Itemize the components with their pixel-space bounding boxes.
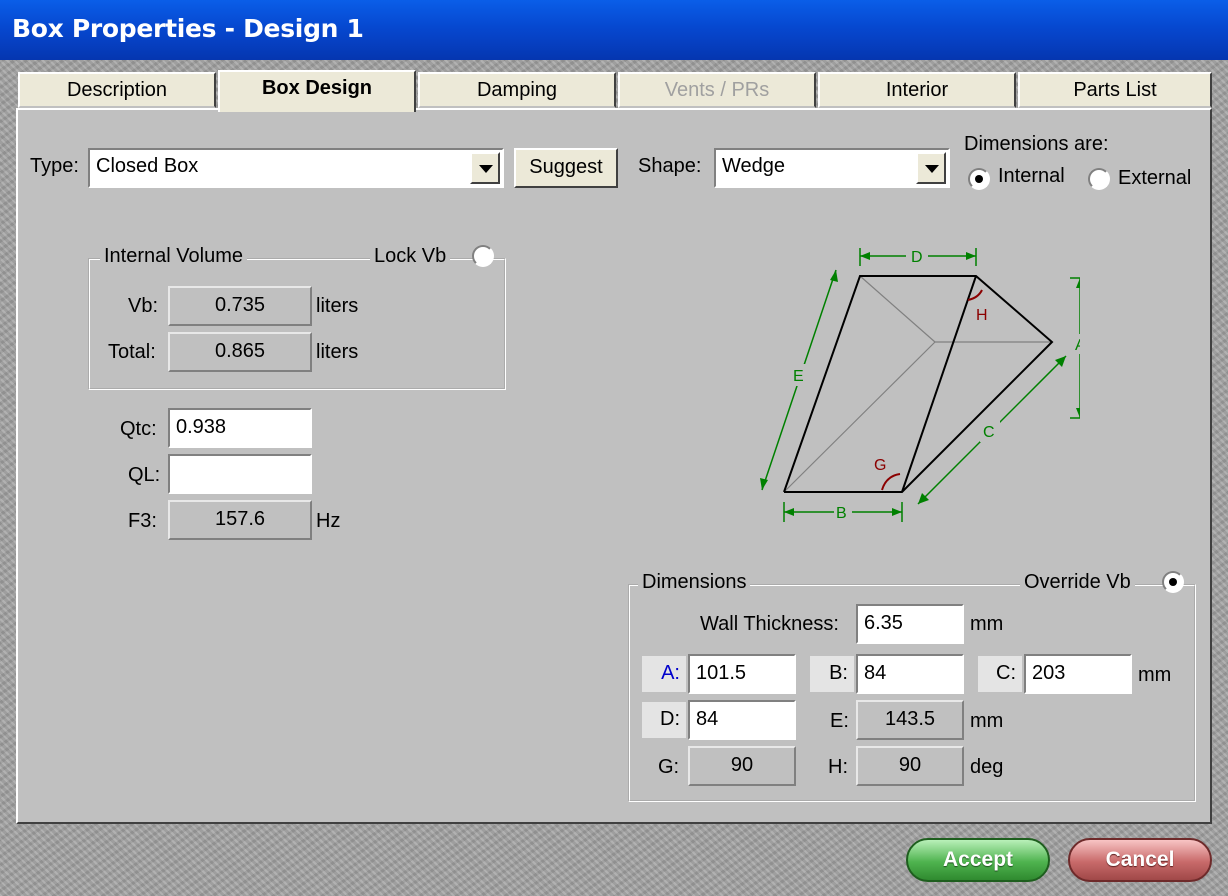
tab-box-design[interactable]: Box Design [218,70,416,112]
total-unit: liters [316,341,359,363]
dimension-c-input[interactable]: 203 [1024,654,1132,694]
vb-label: Vb: [128,295,159,317]
f3-label: F3: [128,510,157,532]
arrow-icon [830,270,838,282]
angle-h-label: H [976,307,988,324]
shape-select-value: Wedge [722,155,786,177]
radio-selected-dot [1169,578,1177,586]
type-select[interactable]: Closed Box [88,148,504,188]
tab-vents-prs: Vents / PRs [618,72,816,108]
arrow-icon [784,508,794,516]
dimension-b-input[interactable]: 84 [856,654,964,694]
dimensions-are-label: Dimensions are: [964,133,1109,155]
dimension-c-field-label: C: [978,656,1022,692]
lock-vb-radio[interactable] [472,245,494,267]
angle-g-value: 90 [688,746,796,786]
internal-radio[interactable] [968,168,990,190]
chevron-down-icon [925,165,939,173]
chevron-down-icon [479,165,493,173]
wall-thickness-unit: mm [970,613,1004,635]
wall-thickness-label: Wall Thickness: [700,613,839,635]
angle-g-label: G [874,457,886,474]
override-vb-radio[interactable] [1162,571,1184,593]
angle-h-field-label: H: [828,756,848,778]
external-radio[interactable] [1088,168,1110,190]
dimension-a-field-label: A: [642,656,686,692]
dimension-b-label: B [836,505,847,522]
arrow-icon [1076,278,1080,288]
tab-parts-list[interactable]: Parts List [1018,72,1212,108]
tab-description[interactable]: Description [18,72,216,108]
accept-button[interactable]: Accept [906,838,1050,882]
dimension-e-field-label: E: [830,710,849,732]
total-value: 0.865 [168,332,312,372]
wedge-diagram: D A E C B G H [760,246,1080,522]
dimension-a-input[interactable]: 101.5 [688,654,796,694]
dimension-e-label: E [793,368,804,385]
tab-damping[interactable]: Damping [418,72,616,108]
wall-thickness-input[interactable]: 6.35 [856,604,964,644]
lock-vb-label[interactable]: Lock Vb [370,245,451,268]
internal-radio-label[interactable]: Internal [998,165,1065,188]
cancel-button[interactable]: Cancel [1068,838,1212,882]
f3-value: 157.6 [168,500,312,540]
hidden-edge [859,275,936,343]
type-label: Type: [30,155,79,177]
type-select-value: Closed Box [96,155,199,177]
type-dropdown-button[interactable] [470,152,500,184]
visible-edge [783,275,1054,493]
dimension-a-label: A [1075,337,1080,354]
arrow-icon [760,478,768,490]
angle-g-arc [881,473,901,491]
row2-unit: mm [970,710,1004,732]
ql-label: QL: [128,464,161,486]
dimension-d-input[interactable]: 84 [688,700,796,740]
qtc-label: Qtc: [120,418,157,440]
arrow-icon [892,508,902,516]
f3-unit: Hz [316,510,341,532]
internal-volume-title: Internal Volume [100,245,247,268]
total-label: Total: [108,341,156,363]
arrow-icon [966,252,976,260]
vb-value: 0.735 [168,286,312,326]
window-title: Box Properties - Design 1 [12,14,364,43]
dimensions-title: Dimensions [638,571,751,594]
row1-unit: mm [1138,664,1172,686]
radio-selected-dot [975,175,983,183]
row3-unit: deg [970,756,1004,778]
override-vb-label[interactable]: Override Vb [1020,571,1135,594]
dimension-d-field-label: D: [642,702,686,738]
shape-dropdown-button[interactable] [916,152,946,184]
dimension-b-field-label: B: [810,656,854,692]
dimension-c-label: C [983,424,995,441]
visible-edge [901,275,977,493]
external-radio-label[interactable]: External [1118,167,1191,190]
shape-label: Shape: [638,155,702,177]
vb-unit: liters [316,295,359,317]
angle-h-value: 90 [856,746,964,786]
suggest-button[interactable]: Suggest [514,148,618,188]
tab-interior[interactable]: Interior [818,72,1016,108]
qtc-input[interactable]: 0.938 [168,408,312,448]
ql-input[interactable] [168,454,312,494]
dimension-e-value: 143.5 [856,700,964,740]
angle-g-field-label: G: [658,756,680,778]
dimension-d-label: D [911,249,923,266]
shape-select[interactable]: Wedge [714,148,950,188]
arrow-icon [1076,408,1080,418]
arrow-icon [860,252,870,260]
